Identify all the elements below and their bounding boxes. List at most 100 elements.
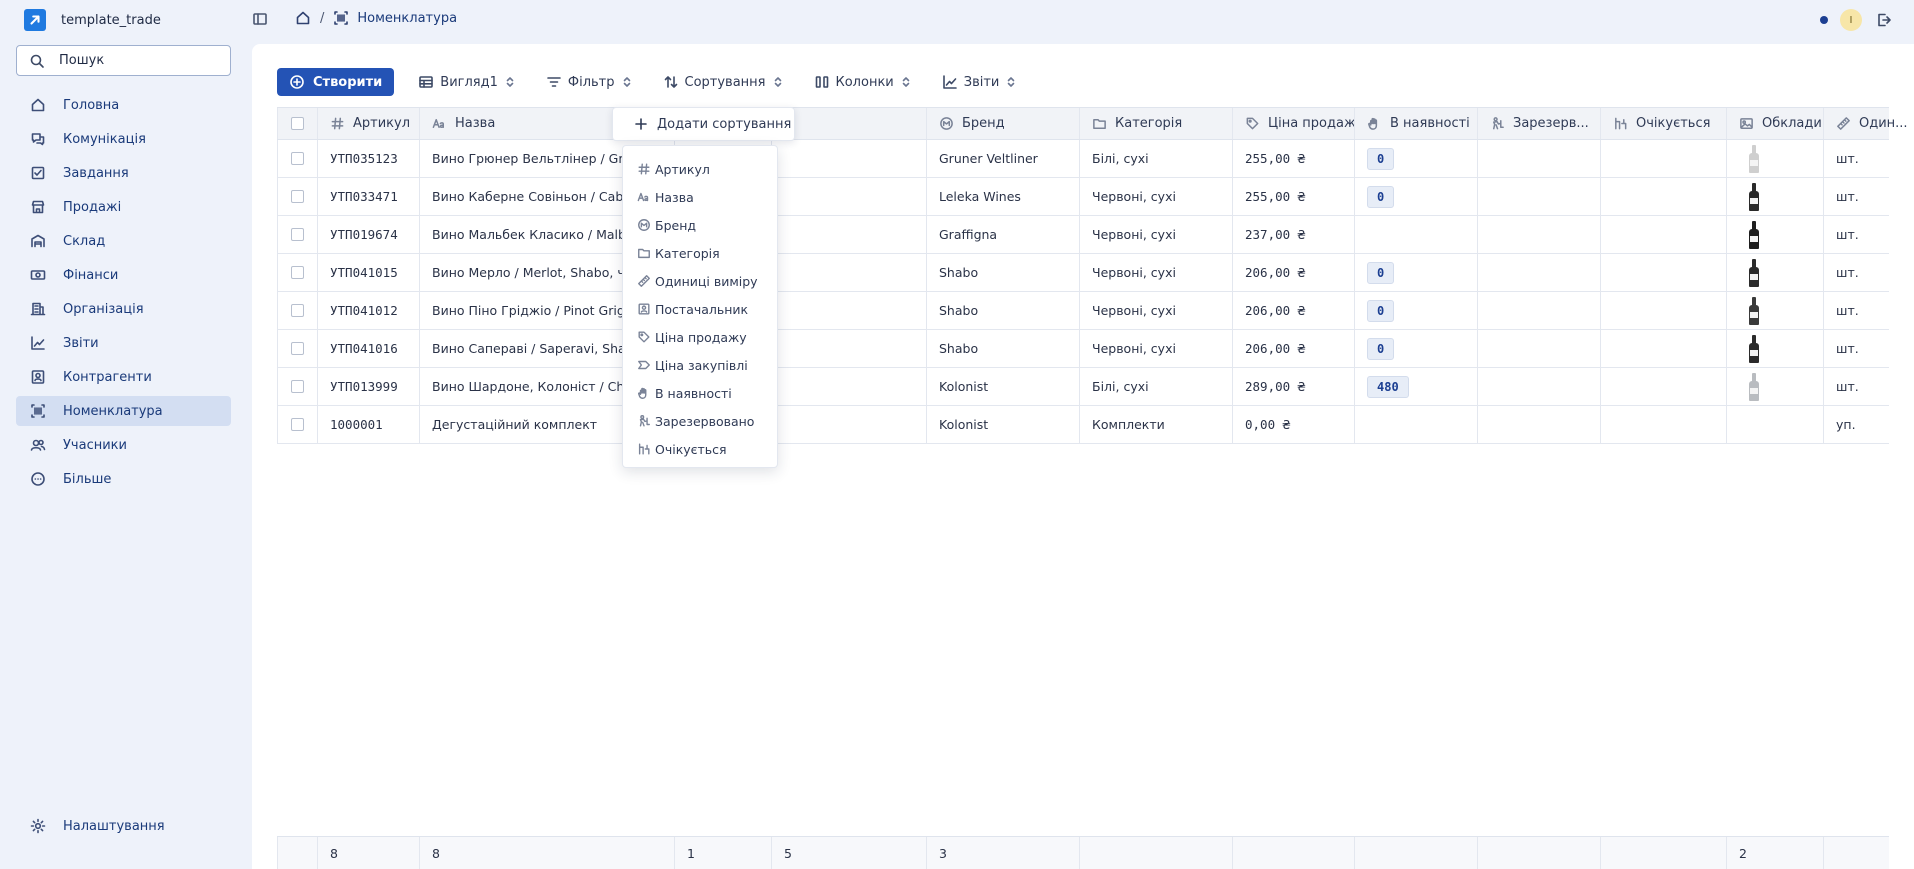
sidebar-item-users[interactable]: Учасники xyxy=(16,430,231,460)
product-image[interactable] xyxy=(1749,220,1759,249)
column-header-uom[interactable]: Один... xyxy=(1824,108,1914,139)
table-row[interactable]: УТП019674 Вино Мальбек Класико / Malbec Gr… xyxy=(277,216,1889,254)
product-image[interactable] xyxy=(1749,258,1759,287)
product-image[interactable] xyxy=(1749,144,1759,173)
sidebar-item-chat[interactable]: Комунікація xyxy=(16,124,231,154)
cell-expected xyxy=(1601,254,1727,291)
chevron-updown-icon xyxy=(504,76,516,88)
table-row[interactable]: УТП041016 Вино Сапераві / Saperavi, Shabo… xyxy=(277,330,1889,368)
sort-option-label: Постачальник xyxy=(655,301,749,317)
sort-option-reserved[interactable]: Зарезервовано xyxy=(623,407,777,435)
tasks-icon xyxy=(30,165,46,181)
footer-cell: 8 xyxy=(420,837,675,869)
column-header-label: Ціна продажу xyxy=(1268,116,1355,131)
cell-category: Комплекти xyxy=(1080,406,1233,443)
expected-icon xyxy=(1613,116,1628,131)
sidebar-item-label: Завдання xyxy=(63,165,129,181)
cell-stock: 0 xyxy=(1355,292,1478,329)
search-input[interactable] xyxy=(59,53,219,68)
cell-price: 237,00 ₴ xyxy=(1233,216,1355,253)
cell-sku: УТП041015 xyxy=(318,254,420,291)
sidebar-item-building[interactable]: Організація xyxy=(16,294,231,324)
sort-option-hand[interactable]: В наявності xyxy=(623,379,777,407)
breadcrumb-current[interactable]: Номенклатура xyxy=(357,11,457,26)
row-checkbox[interactable] xyxy=(291,152,304,165)
row-checkbox[interactable] xyxy=(291,266,304,279)
sort-option-folder[interactable]: Категорія xyxy=(623,239,777,267)
sort-option-supplier[interactable]: Постачальник xyxy=(623,295,777,323)
sort-option-tag-outline[interactable]: Ціна закупівлі xyxy=(623,351,777,379)
sidebar-item-barcode[interactable]: Номенклатура xyxy=(16,396,231,426)
column-header-unit[interactable] xyxy=(772,108,927,139)
column-header-reserved[interactable]: Зарезерв... xyxy=(1478,108,1601,139)
sort-option-text[interactable]: Назва xyxy=(623,183,777,211)
product-image[interactable] xyxy=(1749,296,1759,325)
table-row[interactable]: УТП013999 Вино Шардоне, Колоніст / Chard K… xyxy=(277,368,1889,406)
table-row[interactable]: УТП041015 Вино Мерло / Merlot, Shabo, чер… xyxy=(277,254,1889,292)
columns-label: Колонки xyxy=(835,74,894,90)
text-icon xyxy=(637,190,651,204)
brand-icon xyxy=(939,116,954,131)
create-button[interactable]: Створити xyxy=(277,68,395,96)
column-header-expected[interactable]: Очікується xyxy=(1601,108,1727,139)
table-row[interactable]: 1000001 Дегустаційний комплект Kolonist Ком… xyxy=(277,406,1889,444)
sort-option-hash[interactable]: Артикул xyxy=(623,155,777,183)
sidebar-item-more[interactable]: Більше xyxy=(16,464,231,494)
column-header-stock[interactable]: В наявності xyxy=(1355,108,1478,139)
sort-dropdown[interactable]: Сортування xyxy=(663,74,790,90)
sidebar-item-warehouse[interactable]: Склад xyxy=(16,226,231,256)
product-image[interactable] xyxy=(1749,334,1759,363)
avatar[interactable]: I xyxy=(1840,9,1862,31)
sort-option-expected[interactable]: Очікується xyxy=(623,435,777,463)
search-box[interactable] xyxy=(16,45,231,76)
column-header-category[interactable]: Категорія xyxy=(1080,108,1233,139)
footer-cell xyxy=(1601,837,1727,869)
sidebar-item-chart[interactable]: Звіти xyxy=(16,328,231,358)
row-checkbox[interactable] xyxy=(291,342,304,355)
column-header-sku[interactable]: Артикул xyxy=(318,108,420,139)
sidebar-item-settings[interactable]: Налаштування xyxy=(16,811,231,841)
sort-option-label: Зарезервовано xyxy=(655,413,755,429)
barcode-icon xyxy=(333,10,349,26)
row-checkbox[interactable] xyxy=(291,418,304,431)
home-icon[interactable] xyxy=(295,10,311,26)
column-header-label: Зарезерв... xyxy=(1513,116,1589,131)
cell-sku: УТП041012 xyxy=(318,292,420,329)
logout-icon[interactable] xyxy=(1876,12,1892,28)
columns-dropdown[interactable]: Колонки xyxy=(814,74,918,90)
sidebar-item-finance[interactable]: Фінанси xyxy=(16,260,231,290)
footer-cell: 2 xyxy=(1727,837,1824,869)
sidebar-toggle-icon[interactable] xyxy=(252,11,268,27)
sort-option-brand[interactable]: Бренд xyxy=(623,211,777,239)
cell-text: Червоні, сухі xyxy=(1092,341,1176,356)
table-row[interactable]: УТП035123 Вино Грюнер Вельтлінер / Gruner… xyxy=(277,140,1889,178)
row-checkbox[interactable] xyxy=(291,228,304,241)
column-header-price[interactable]: Ціна продажу xyxy=(1233,108,1355,139)
row-checkbox[interactable] xyxy=(291,380,304,393)
sidebar-item-store[interactable]: Продажі xyxy=(16,192,231,222)
product-image[interactable] xyxy=(1749,182,1759,211)
table-row[interactable]: УТП041012 Вино Піно Гріджіо / Pinot Grigi… xyxy=(277,292,1889,330)
filter-dropdown[interactable]: Фільтр xyxy=(546,74,639,90)
select-all-checkbox[interactable] xyxy=(291,117,304,130)
sort-option-tag[interactable]: Ціна продажу xyxy=(623,323,777,351)
cell-text: Вино Каберне Совіньон / Caberr xyxy=(432,189,642,204)
sort-option-ruler[interactable]: Одиниці виміру xyxy=(623,267,777,295)
supplier-icon xyxy=(637,302,651,316)
sidebar-item-home[interactable]: Головна xyxy=(16,90,231,120)
sidebar-item-tasks[interactable]: Завдання xyxy=(16,158,231,188)
workspace-switcher[interactable]: template_trade xyxy=(24,9,161,31)
column-header-brand[interactable]: Бренд xyxy=(927,108,1080,139)
row-checkbox[interactable] xyxy=(291,190,304,203)
sidebar-item-label: Комунікація xyxy=(63,131,146,147)
sidebar-nav: Головна Комунікація Завдання Продажі Склад Фі… xyxy=(16,90,231,498)
add-sort-button[interactable]: Додати сортування xyxy=(612,107,795,141)
gear-icon xyxy=(30,818,46,834)
sidebar-item-contacts[interactable]: Контрагенти xyxy=(16,362,231,392)
column-header-cover[interactable]: Обкладинка xyxy=(1727,108,1824,139)
table-row[interactable]: УТП033471 Вино Каберне Совіньон / Caberr L… xyxy=(277,178,1889,216)
product-image[interactable] xyxy=(1749,372,1759,401)
row-checkbox[interactable] xyxy=(291,304,304,317)
reports-dropdown[interactable]: Звіти xyxy=(942,74,1024,90)
view-dropdown[interactable]: Вигляд1 xyxy=(418,74,522,90)
